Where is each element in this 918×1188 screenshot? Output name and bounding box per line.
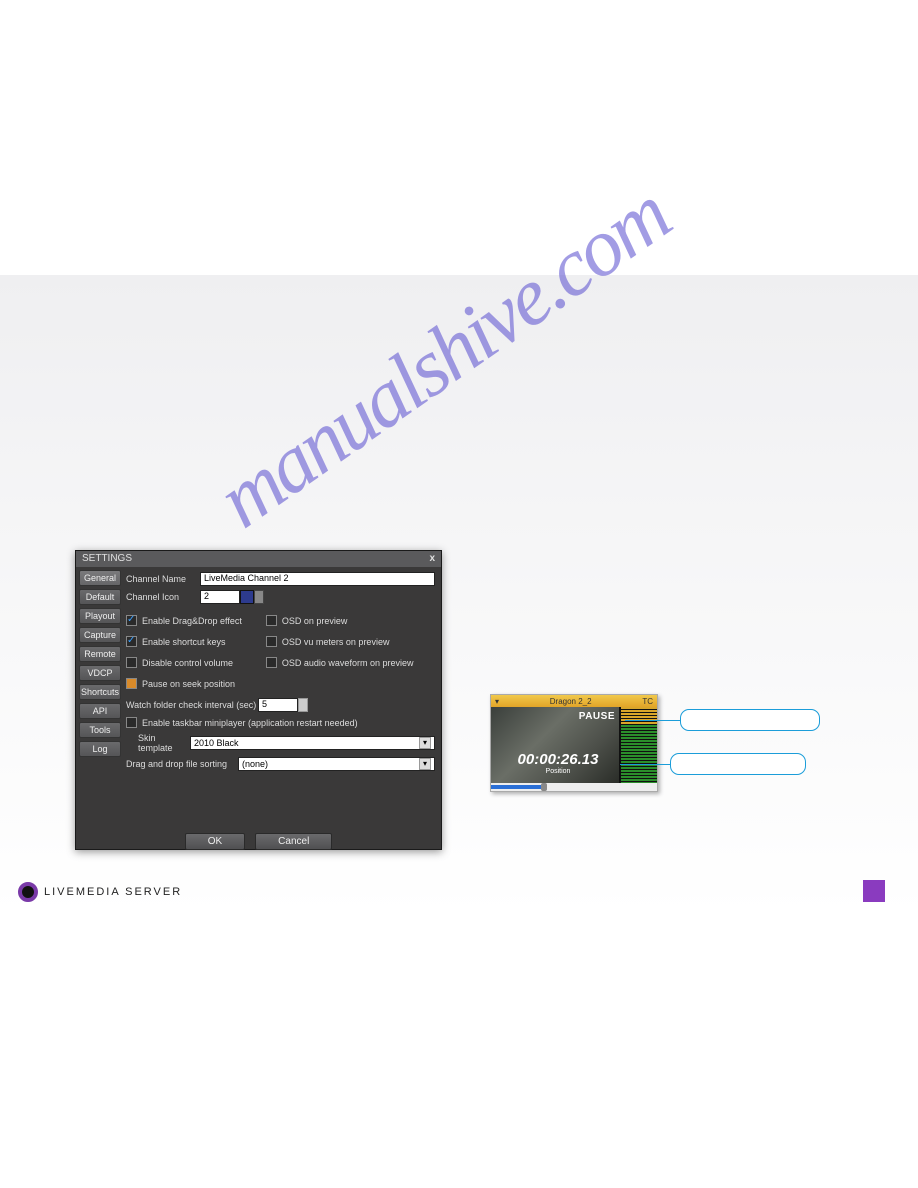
position-label: Position	[503, 768, 613, 775]
preview-titlebar[interactable]: ▾ Dragon 2_2 TC	[491, 695, 657, 707]
tabs-column: General Default Playout Capture Remote V…	[76, 567, 124, 829]
tab-playout[interactable]: Playout	[79, 608, 121, 624]
scrubber[interactable]	[491, 783, 657, 791]
tab-vdcp[interactable]: VDCP	[79, 665, 121, 681]
logo-icon	[18, 882, 38, 902]
timecode-display: 00:00:26.13	[503, 751, 613, 768]
scrubber-fill	[491, 785, 541, 789]
label-taskbar-mini: Enable taskbar miniplayer (application r…	[142, 718, 358, 728]
triangle-down-icon: ▾	[495, 697, 499, 706]
label-osd-wave: OSD audio waveform on preview	[282, 658, 414, 668]
form-column: Channel Name LiveMedia Channel 2 Channel…	[124, 567, 441, 829]
channel-icon-label: Channel Icon	[126, 592, 200, 602]
cancel-button[interactable]: Cancel	[255, 833, 332, 850]
callout-box	[670, 753, 806, 775]
channel-name-input[interactable]: LiveMedia Channel 2	[200, 572, 435, 586]
dialog-titlebar: SETTINGS x	[76, 551, 441, 567]
checkbox-volume[interactable]	[126, 657, 137, 668]
checkbox-dragdrop[interactable]	[126, 615, 137, 626]
skin-value: 2010 Black	[194, 738, 239, 748]
dialog-title: SETTINGS	[82, 551, 132, 567]
tab-api[interactable]: API	[79, 703, 121, 719]
label-shortcut: Enable shortcut keys	[142, 637, 226, 647]
channel-icon-input[interactable]: 2	[200, 590, 240, 604]
label-pause-seek: Pause on seek position	[142, 679, 235, 689]
checkbox-shortcut[interactable]	[126, 636, 137, 647]
vu-meters	[621, 707, 657, 783]
callout-box	[680, 709, 820, 731]
label-dragdrop: Enable Drag&Drop effect	[142, 616, 242, 626]
watch-interval-input[interactable]: 5	[258, 698, 298, 712]
label-osd-vu: OSD vu meters on preview	[282, 637, 390, 647]
preview-body: PAUSE 00:00:26.13 Position	[491, 707, 657, 783]
label-osd-preview: OSD on preview	[282, 616, 348, 626]
preview-title: Dragon 2_2	[550, 697, 592, 706]
tab-log[interactable]: Log	[79, 741, 121, 757]
channel-name-label: Channel Name	[126, 574, 200, 584]
skin-dropdown[interactable]: 2010 Black ▾	[190, 736, 435, 750]
checkbox-pause-seek[interactable]	[126, 678, 137, 689]
tab-default[interactable]: Default	[79, 589, 121, 605]
state-badge: PAUSE	[579, 711, 615, 722]
dialog-buttons: OK Cancel	[76, 829, 441, 854]
watch-interval-label: Watch folder check interval (sec)	[126, 700, 258, 710]
skin-label: Skin template	[126, 733, 190, 753]
callout-line	[625, 720, 680, 721]
scrubber-knob[interactable]	[541, 783, 547, 791]
footer: LIVEMEDIA SERVER	[18, 882, 182, 902]
page-marker	[863, 880, 885, 902]
close-icon[interactable]: x	[429, 551, 435, 567]
color-picker-button[interactable]	[254, 590, 264, 604]
tab-shortcuts[interactable]: Shortcuts	[79, 684, 121, 700]
chevron-down-icon: ▾	[419, 758, 431, 770]
checkbox-taskbar-mini[interactable]	[126, 717, 137, 728]
sort-dropdown[interactable]: (none) ▾	[238, 757, 435, 771]
chevron-down-icon: ▾	[419, 737, 431, 749]
brand-text: LIVEMEDIA SERVER	[44, 886, 182, 898]
checkbox-osd-vu[interactable]	[266, 636, 277, 647]
color-swatch[interactable]	[240, 590, 254, 604]
sort-label: Drag and drop file sorting	[126, 759, 238, 769]
label-volume: Disable control volume	[142, 658, 233, 668]
checkbox-osd-preview[interactable]	[266, 615, 277, 626]
callout-line	[620, 764, 670, 765]
tab-general[interactable]: General	[79, 570, 121, 586]
ok-button[interactable]: OK	[185, 833, 245, 850]
sort-value: (none)	[242, 759, 268, 769]
spinner-icon[interactable]	[298, 698, 308, 712]
checkbox-osd-wave[interactable]	[266, 657, 277, 668]
tab-remote[interactable]: Remote	[79, 646, 121, 662]
tab-tools[interactable]: Tools	[79, 722, 121, 738]
tc-label: TC	[642, 697, 653, 706]
preview-widget: ▾ Dragon 2_2 TC PAUSE 00:00:26.13 Positi…	[490, 694, 658, 792]
video-area: PAUSE 00:00:26.13 Position	[491, 707, 619, 783]
settings-dialog: SETTINGS x General Default Playout Captu…	[75, 550, 442, 850]
tab-capture[interactable]: Capture	[79, 627, 121, 643]
